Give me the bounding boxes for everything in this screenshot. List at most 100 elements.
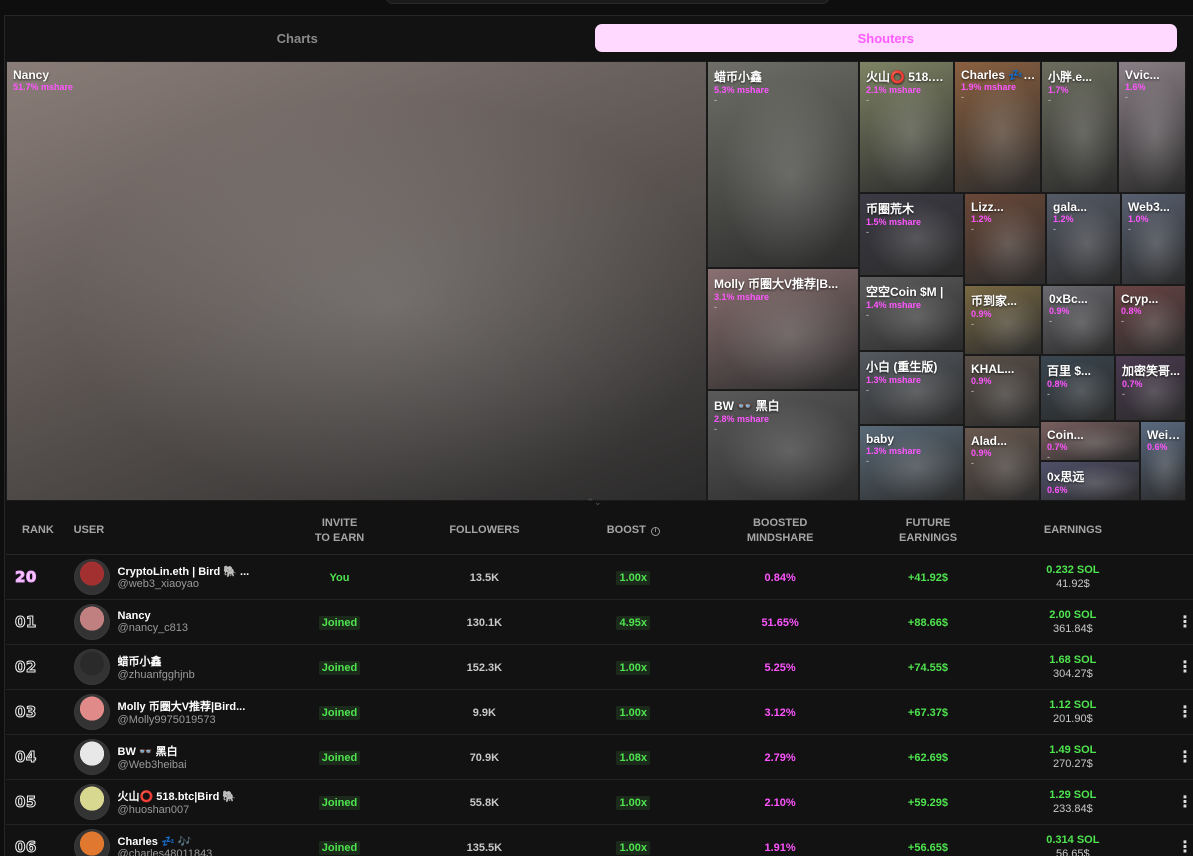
- treemap-tile[interactable]: Weig... 0.6%: [1140, 421, 1186, 501]
- earnings-sol: 1.49 SOL: [1049, 744, 1097, 756]
- table-header: RANK USER INVITE TO EARN FOLLOWERS BOOST…: [6, 507, 1193, 555]
- treemap-tile[interactable]: 小胖.e... 1.7% -: [1041, 61, 1118, 193]
- treemap-tile[interactable]: Molly 币圈大V推荐|B... 3.1% mshare -: [707, 268, 859, 390]
- tile-desc: -: [714, 424, 717, 434]
- user-name[interactable]: Charles 💤 🎶: [118, 835, 213, 848]
- tile-name: Molly 币圈大V推荐|B...: [714, 277, 839, 291]
- tile-share: 0.8%: [1121, 306, 1142, 316]
- tile-name: Coin...: [1047, 428, 1084, 442]
- header-earnings[interactable]: EARNINGS: [969, 523, 1177, 538]
- more-menu-icon[interactable]: ⋮: [1177, 749, 1193, 766]
- user-handle[interactable]: @nancy_c813: [118, 622, 189, 634]
- user-name[interactable]: Nancy: [118, 610, 189, 622]
- tile-image: [7, 62, 706, 500]
- more-menu-icon[interactable]: ⋮: [1177, 659, 1193, 676]
- user-name[interactable]: BW 👓 黑白: [118, 743, 187, 759]
- tile-share: 1.6%: [1125, 82, 1146, 92]
- tab-charts[interactable]: Charts: [6, 22, 589, 55]
- tile-share: 1.4% mshare: [866, 300, 922, 310]
- header-mindshare[interactable]: BOOSTED MINDSHARE: [673, 516, 887, 546]
- invite-status: Joined: [318, 661, 361, 675]
- avatar[interactable]: [73, 784, 110, 820]
- treemap-tile[interactable]: Cryp... 0.8% -: [1114, 285, 1186, 355]
- treemap-tile[interactable]: gala... 1.2% -: [1046, 193, 1121, 285]
- treemap-tile[interactable]: 0xBc... 0.9% -: [1042, 285, 1114, 355]
- treemap-tile[interactable]: 空空Coin $M | 1.4% mshare -: [859, 276, 964, 351]
- more-menu-icon[interactable]: ⋮: [1177, 614, 1193, 631]
- avatar[interactable]: [73, 739, 110, 775]
- tile-share: 0.6%: [1047, 485, 1068, 495]
- treemap-tile[interactable]: 加密笑哥... 0.7% -: [1115, 355, 1186, 421]
- more-menu-icon[interactable]: ⋮: [1177, 794, 1193, 811]
- avatar[interactable]: [73, 559, 110, 595]
- user-name[interactable]: CryptoLin.eth | Bird 🐘 ...: [118, 565, 250, 578]
- user-handle[interactable]: @Molly9975019573: [118, 714, 246, 726]
- table-row[interactable]: 04 BW 👓 黑白 @Web3heibai Joined 70.9K 1.08…: [6, 735, 1193, 780]
- table-row[interactable]: 02 蜡币小鑫 @zhuanfgghjnb Joined 152.3K 1.00…: [6, 645, 1193, 690]
- treemap-tile[interactable]: Web3... 1.0% -: [1121, 193, 1186, 285]
- tile-name: Alad...: [971, 434, 1008, 448]
- user-handle[interactable]: @zhuanfgghjnb: [118, 669, 195, 681]
- invite-status: You: [329, 572, 350, 584]
- user-handle[interactable]: @Web3heibai: [118, 759, 187, 771]
- header-followers[interactable]: FOLLOWERS: [375, 523, 593, 538]
- user-handle[interactable]: @charles48011843: [118, 848, 213, 856]
- treemap-tile[interactable]: Alad... 0.9% -: [964, 427, 1040, 501]
- tile-desc: -: [971, 386, 974, 396]
- more-menu-icon[interactable]: ⋮: [1177, 839, 1193, 856]
- avatar[interactable]: [73, 649, 110, 685]
- treemap-tile[interactable]: BW 👓 黑白 2.8% mshare -: [707, 390, 859, 501]
- treemap-tile[interactable]: Coin... 0.7% -: [1040, 421, 1140, 461]
- treemap-tile[interactable]: 小白 (重生版) 1.3% mshare -: [859, 351, 964, 425]
- user-name[interactable]: 蜡币小鑫: [118, 653, 195, 669]
- mindshare-value: 51.65%: [761, 617, 799, 629]
- table-row[interactable]: 05 火山⭕ 518.btc|Bird 🐘 @huoshan007 Joined…: [6, 780, 1193, 825]
- header-future-earnings[interactable]: FUTURE EARNINGS: [887, 516, 968, 546]
- earnings-sol: 1.29 SOL: [1049, 789, 1097, 801]
- tile-desc: -: [866, 310, 869, 320]
- tile-name: 火山⭕ 518.btc|Bird: [866, 70, 950, 84]
- tile-share: 3.1% mshare: [714, 292, 770, 302]
- leaderboard-table: RANK USER INVITE TO EARN FOLLOWERS BOOST…: [6, 507, 1193, 856]
- info-icon[interactable]: i: [650, 527, 660, 536]
- user-handle[interactable]: @web3_xiaoyao: [118, 578, 250, 590]
- treemap-tile[interactable]: 蜡币小鑫 5.3% mshare -: [707, 61, 859, 268]
- table-row[interactable]: 03 Molly 币圈大V推荐|Bird... @Molly9975019573…: [6, 690, 1193, 735]
- table-row[interactable]: 20 CryptoLin.eth | Bird 🐘 ... @web3_xiao…: [6, 555, 1193, 600]
- treemap-tile[interactable]: Nancy 51.7% mshare: [6, 61, 707, 501]
- treemap-tile[interactable]: KHAL... 0.9% -: [964, 355, 1040, 427]
- tile-name: 小胖.e...: [1048, 70, 1093, 84]
- tile-name: 百里 $...: [1047, 364, 1092, 378]
- avatar[interactable]: [73, 694, 110, 730]
- treemap-tile[interactable]: Lizz... 1.2% -: [964, 193, 1046, 285]
- treemap-tile[interactable]: 币圈荒木 1.5% mshare -: [859, 193, 964, 276]
- avatar[interactable]: [73, 604, 110, 640]
- earnings-sol: 1.12 SOL: [1049, 699, 1097, 711]
- table-row[interactable]: 01 Nancy @nancy_c813 Joined 130.1K 4.95x…: [6, 600, 1193, 645]
- treemap-tile[interactable]: baby 1.3% mshare -: [859, 425, 964, 501]
- treemap-tile[interactable]: Charles 💤 🎶 1.9% mshare -: [954, 61, 1041, 193]
- user-handle[interactable]: @huoshan007: [118, 804, 237, 816]
- rank-number: 05: [15, 792, 37, 811]
- tab-shouters[interactable]: Shouters: [594, 24, 1177, 52]
- followers-count: 55.8K: [469, 797, 500, 809]
- tile-share: 0.9%: [971, 309, 992, 319]
- treemap-tile[interactable]: 火山⭕ 518.btc|Bird 2.1% mshare -: [859, 61, 954, 193]
- table-row[interactable]: 06 Charles 💤 🎶 @charles48011843 Joined 1…: [6, 825, 1193, 856]
- tile-desc: -: [971, 224, 974, 234]
- user-name[interactable]: Molly 币圈大V推荐|Bird...: [118, 698, 246, 714]
- followers-count: 9.9K: [472, 707, 496, 719]
- rank-number: 04: [15, 747, 37, 766]
- treemap-tile[interactable]: Vvic... 1.6% -: [1118, 61, 1186, 193]
- treemap-tile[interactable]: 币到家... 0.9% -: [964, 285, 1042, 355]
- tile-share: 1.7%: [1048, 85, 1069, 95]
- header-boost[interactable]: BOOST i: [594, 523, 673, 538]
- treemap-tile[interactable]: 百里 $... 0.8% -: [1040, 355, 1115, 421]
- user-name[interactable]: 火山⭕ 518.btc|Bird 🐘: [118, 788, 237, 804]
- mindshare-value: 0.84%: [764, 572, 796, 584]
- resize-handle-icon[interactable]: ⌃⌄: [582, 498, 606, 507]
- avatar[interactable]: [73, 829, 110, 856]
- treemap-tile[interactable]: 0x思远 0.6%: [1040, 461, 1140, 501]
- tile-name: Lizz...: [971, 200, 1004, 214]
- more-menu-icon[interactable]: ⋮: [1177, 704, 1193, 721]
